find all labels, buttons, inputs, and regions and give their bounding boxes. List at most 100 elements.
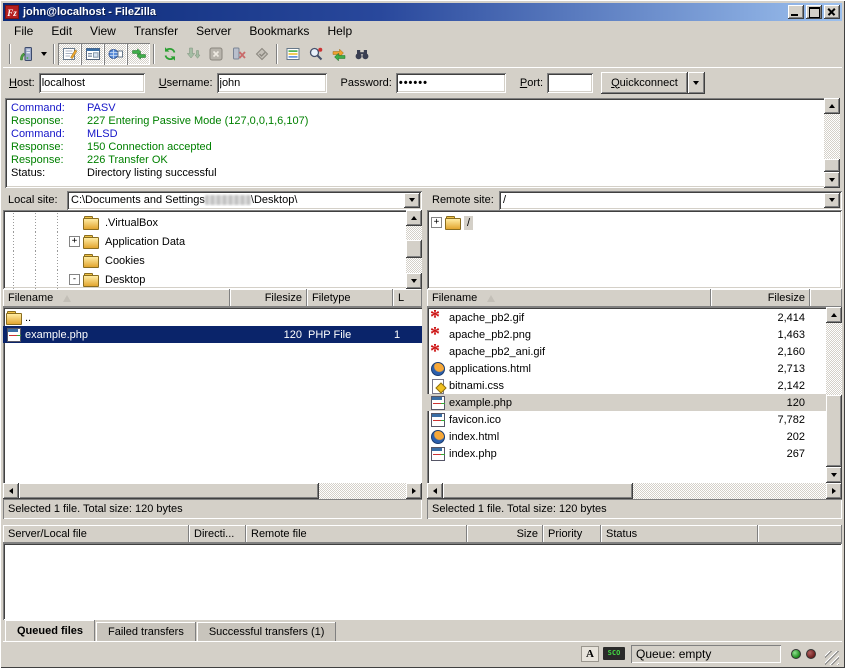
remote-list-scrollbar[interactable] (826, 307, 842, 483)
file-row-selected[interactable]: example.php120 (427, 394, 826, 411)
file-row[interactable]: apache_pb2.gif2,414 (427, 309, 826, 326)
column-header-priority[interactable]: Priority (543, 525, 601, 543)
minimize-button[interactable] (788, 5, 804, 19)
cancel-operation-button[interactable] (204, 43, 227, 65)
scroll-left-button[interactable] (427, 483, 443, 499)
tree-item[interactable]: +Application Data (3, 232, 406, 251)
column-header-lastmodified[interactable]: L (393, 289, 422, 307)
broken-image-icon (430, 344, 446, 359)
column-header-direction[interactable]: Directi... (189, 525, 246, 543)
column-header-filesize[interactable]: Filesize (230, 289, 307, 307)
remote-list-hscrollbar[interactable] (427, 483, 842, 499)
file-row[interactable]: apache_pb2_ani.gif2,160 (427, 343, 826, 360)
host-input[interactable] (39, 73, 145, 93)
file-row[interactable]: index.php267 (427, 445, 826, 462)
tree-item[interactable]: -Desktop (3, 270, 406, 289)
toggle-remote-tree-button[interactable] (104, 43, 127, 65)
tree-expander[interactable]: + (431, 217, 442, 228)
toggle-transfer-queue-button[interactable] (127, 43, 150, 65)
tree-expander[interactable]: - (69, 274, 80, 285)
disconnect-button[interactable] (227, 43, 250, 65)
tree-item[interactable]: .VirtualBox (3, 213, 406, 232)
scroll-down-button[interactable] (826, 467, 842, 483)
queue-header: Server/Local file Directi... Remote file… (3, 525, 842, 543)
tab-queued-files[interactable]: Queued files (5, 620, 95, 641)
binoculars-icon (354, 46, 370, 62)
queue-list[interactable] (3, 543, 842, 620)
remote-site-combobox[interactable]: / (499, 191, 842, 210)
toggle-message-log-button[interactable] (58, 43, 81, 65)
password-input[interactable] (396, 73, 506, 93)
column-header-status[interactable]: Status (601, 525, 758, 543)
scroll-right-button[interactable] (826, 483, 842, 499)
css-file-icon (430, 378, 446, 393)
scroll-thumb[interactable] (19, 483, 319, 499)
menu-file[interactable]: File (5, 22, 42, 40)
remote-tree-box: +/ (427, 210, 842, 289)
scroll-up-button[interactable] (824, 98, 840, 114)
tab-successful-transfers[interactable]: Successful transfers (1) (197, 622, 337, 641)
tree-item[interactable]: Cookies (3, 251, 406, 270)
column-header-server-local-file[interactable]: Server/Local file (3, 525, 189, 543)
menu-edit[interactable]: Edit (42, 22, 81, 40)
close-button[interactable] (824, 5, 840, 19)
scroll-down-button[interactable] (824, 172, 840, 188)
log-scrollbar[interactable] (824, 98, 840, 188)
file-row[interactable]: applications.html2,713 (427, 360, 826, 377)
scroll-thumb[interactable] (443, 483, 633, 499)
scroll-down-button[interactable] (406, 273, 422, 289)
find-files-button[interactable] (350, 43, 373, 65)
column-header-filetype[interactable]: Filetype (307, 289, 393, 307)
menu-help[interactable]: Help (318, 22, 361, 40)
username-input[interactable] (217, 73, 327, 93)
remote-directory-tree: +/ (427, 210, 842, 289)
toggle-local-tree-button[interactable] (81, 43, 104, 65)
scroll-up-button[interactable] (406, 210, 422, 226)
column-header-size[interactable]: Size (467, 525, 543, 543)
quickconnect-dropdown-button[interactable] (688, 72, 705, 94)
scroll-thumb[interactable] (826, 395, 842, 467)
site-manager-dropdown-button[interactable] (37, 43, 50, 65)
maximize-button[interactable] (806, 5, 822, 19)
tree-item[interactable]: +/ (427, 213, 842, 232)
tab-failed-transfers[interactable]: Failed transfers (96, 622, 196, 641)
file-row[interactable]: apache_pb2.png1,463 (427, 326, 826, 343)
process-queue-button[interactable] (181, 43, 204, 65)
scroll-right-button[interactable] (406, 483, 422, 499)
directory-comparison-button[interactable] (304, 43, 327, 65)
file-row[interactable]: bitnami.css2,142 (427, 377, 826, 394)
port-input[interactable] (547, 73, 593, 93)
quickconnect-bar: Host: Username: Password: Port: Quickcon… (3, 67, 842, 97)
filter-button[interactable] (281, 43, 304, 65)
title-bar[interactable]: Fz john@localhost - FileZilla (3, 3, 842, 21)
file-row-selected[interactable]: example.php 120 PHP File 1 (3, 326, 422, 343)
file-row[interactable]: .. (3, 309, 422, 326)
remote-site-dropdown-button[interactable] (824, 193, 840, 208)
file-row[interactable]: index.html202 (427, 428, 826, 445)
menu-view[interactable]: View (81, 22, 125, 40)
local-tree-scrollbar[interactable] (406, 210, 422, 289)
menu-transfer[interactable]: Transfer (125, 22, 187, 40)
local-site-dropdown-button[interactable] (404, 193, 420, 208)
scroll-thumb[interactable] (824, 159, 840, 172)
file-row[interactable]: favicon.ico7,782 (427, 411, 826, 428)
scroll-left-button[interactable] (3, 483, 19, 499)
column-header-filesize[interactable]: Filesize (711, 289, 810, 307)
resize-grip[interactable] (825, 651, 839, 665)
refresh-button[interactable] (158, 43, 181, 65)
scroll-thumb[interactable] (406, 240, 422, 258)
reconnect-button[interactable] (250, 43, 273, 65)
menu-server[interactable]: Server (187, 22, 240, 40)
column-header-filename[interactable]: Filename (427, 289, 711, 307)
tree-expander[interactable]: + (69, 236, 80, 247)
quickconnect-button[interactable]: Quickconnect (601, 72, 688, 94)
sort-ascending-icon (63, 295, 71, 302)
site-manager-button[interactable] (14, 43, 37, 65)
local-site-combobox[interactable]: C:\Documents and Settings\Desktop\ (67, 191, 422, 210)
menu-bookmarks[interactable]: Bookmarks (240, 22, 318, 40)
column-header-filename[interactable]: Filename (3, 289, 230, 307)
synchronized-browsing-button[interactable] (327, 43, 350, 65)
column-header-remote-file[interactable]: Remote file (246, 525, 467, 543)
scroll-up-button[interactable] (826, 307, 842, 323)
local-list-hscrollbar[interactable] (3, 483, 422, 499)
